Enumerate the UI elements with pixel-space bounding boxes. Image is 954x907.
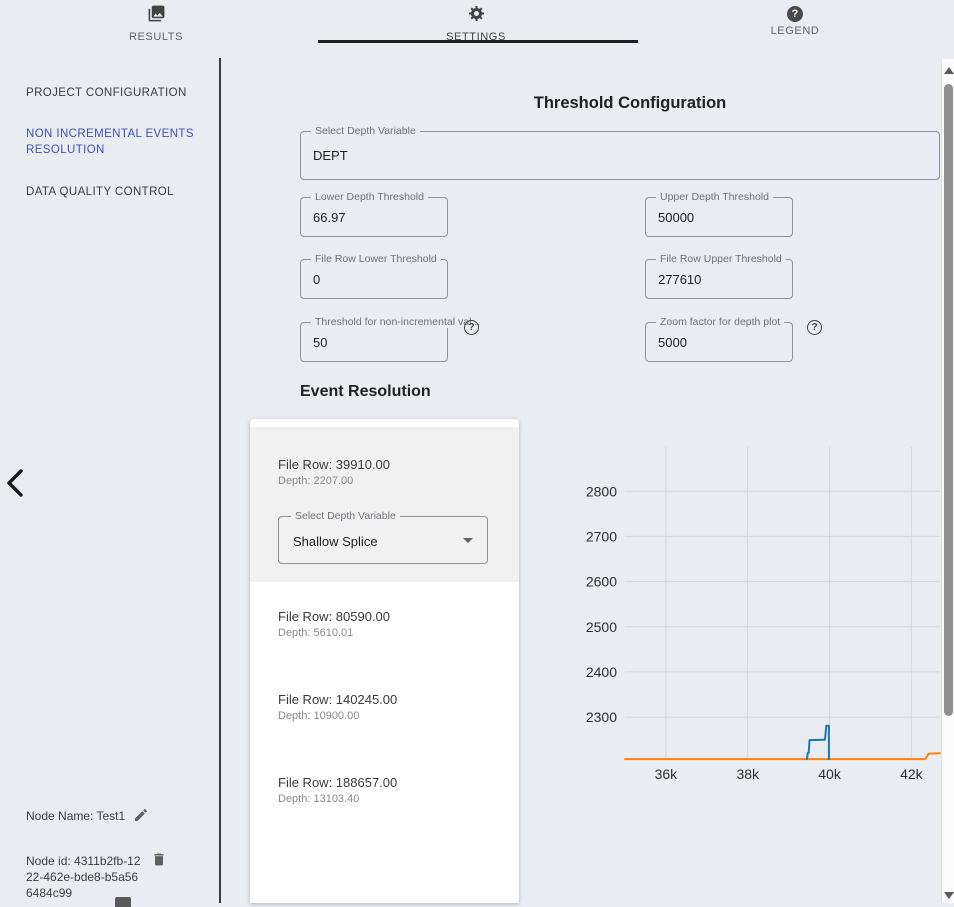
tab-legend[interactable]: ? LEGEND [725, 4, 865, 37]
svg-text:2400: 2400 [586, 664, 617, 680]
scrollbar-thumb[interactable] [944, 84, 953, 716]
file-row-upper-threshold-input[interactable] [658, 260, 784, 298]
active-tab-indicator [318, 40, 638, 43]
node-name: Node Name: Test1 [26, 809, 125, 823]
collapse-panel-button[interactable] [2, 466, 28, 502]
event-item[interactable]: File Row: 140245.00 Depth: 10900.00 [278, 692, 397, 722]
depth-variable-value[interactable] [313, 132, 931, 179]
top-tab-bar: RESULTS SETTINGS ? LEGEND [0, 0, 954, 55]
help-icon: ? [787, 6, 803, 22]
edit-node-name-button[interactable] [133, 807, 149, 826]
event-resolution-title: Event Resolution [300, 383, 431, 401]
pencil-icon [133, 811, 149, 826]
event-depth: Depth: 10900.00 [278, 710, 397, 722]
event-item[interactable]: File Row: 188657.00 Depth: 13103.40 [278, 775, 397, 805]
svg-text:2500: 2500 [586, 619, 617, 635]
svg-text:2600: 2600 [586, 574, 617, 590]
svg-text:42k: 42k [900, 766, 924, 782]
zoom-factor-field[interactable]: Zoom factor for depth plot [645, 322, 793, 362]
chevron-left-icon [4, 487, 26, 502]
depth-plot: 36k 38k 40k 42k 2800 2700 2600 2500 2400 2300 [585, 442, 945, 790]
event-depth-variable-dropdown[interactable]: Select Depth Variable Shallow Splice [278, 516, 488, 564]
event-file-row: File Row: 140245.00 [278, 692, 397, 707]
tab-legend-label: LEGEND [725, 25, 865, 37]
file-row-lower-threshold-input[interactable] [313, 260, 439, 298]
event-dropdown-label: Select Depth Variable [291, 510, 400, 522]
svg-text:2700: 2700 [586, 528, 617, 544]
sidebar-divider [219, 58, 221, 903]
event-depth: Depth: 13103.40 [278, 793, 397, 805]
svg-text:2300: 2300 [586, 709, 617, 725]
zoom-factor-input[interactable] [658, 323, 784, 361]
file-row-lower-threshold-field[interactable]: File Row Lower Threshold [300, 259, 448, 299]
non-incremental-threshold-field[interactable]: Threshold for non-incremental val... [300, 322, 448, 362]
delete-node-button[interactable] [151, 851, 167, 871]
event-file-row: File Row: 39910.00 [278, 457, 390, 472]
gear-icon [467, 4, 486, 24]
event-item-selected[interactable]: File Row: 39910.00 Depth: 2207.00 Select… [250, 427, 519, 582]
depth-plot-canvas: 36k 38k 40k 42k 2800 2700 2600 2500 2400 2300 [585, 442, 945, 790]
upper-depth-threshold-input[interactable] [658, 198, 784, 236]
lower-depth-threshold-input[interactable] [313, 198, 439, 236]
node-id: Node id: 4311b2fb-1222-462e-bde8-b5a5664… [26, 853, 144, 901]
event-list-panel: File Row: 39910.00 Depth: 2207.00 Select… [250, 419, 519, 903]
event-item[interactable]: File Row: 80590.00 Depth: 5610.01 [278, 609, 390, 639]
upper-depth-threshold-field[interactable]: Upper Depth Threshold [645, 197, 793, 237]
save-icon[interactable] [115, 897, 131, 907]
threshold-configuration-title: Threshold Configuration [310, 94, 950, 113]
event-depth: Depth: 2207.00 [278, 475, 390, 487]
svg-text:40k: 40k [818, 766, 842, 782]
vertical-scrollbar[interactable] [941, 59, 954, 903]
scroll-down-arrow-icon[interactable] [944, 892, 954, 899]
trash-icon [151, 856, 167, 871]
event-dropdown-value: Shallow Splice [293, 534, 378, 549]
svg-text:36k: 36k [655, 766, 679, 782]
non-incremental-threshold-input[interactable] [313, 323, 439, 361]
chevron-down-icon [463, 538, 473, 543]
scroll-up-arrow-icon[interactable] [944, 67, 954, 74]
file-row-upper-threshold-field[interactable]: File Row Upper Threshold [645, 259, 793, 299]
tab-results-label: RESULTS [86, 31, 226, 43]
event-depth: Depth: 5610.01 [278, 627, 390, 639]
depth-variable-select[interactable]: Select Depth Variable [300, 131, 940, 180]
photo-library-icon [147, 4, 166, 24]
svg-text:38k: 38k [736, 766, 760, 782]
svg-text:2800: 2800 [586, 483, 617, 499]
lower-depth-threshold-field[interactable]: Lower Depth Threshold [300, 197, 448, 237]
event-file-row: File Row: 188657.00 [278, 775, 397, 790]
tab-settings[interactable]: SETTINGS [406, 4, 546, 43]
sidebar-item-project-configuration[interactable]: PROJECT CONFIGURATION [26, 85, 202, 101]
sidebar-item-data-quality-control[interactable]: DATA QUALITY CONTROL [26, 184, 202, 200]
zoom-factor-help-icon[interactable]: ? [807, 320, 822, 335]
event-file-row: File Row: 80590.00 [278, 609, 390, 624]
non-incremental-help-icon[interactable]: ? [464, 320, 479, 335]
tab-results[interactable]: RESULTS [86, 4, 226, 43]
sidebar-item-non-incremental-events-resolution[interactable]: NON INCREMENTAL EVENTS RESOLUTION [26, 126, 202, 158]
